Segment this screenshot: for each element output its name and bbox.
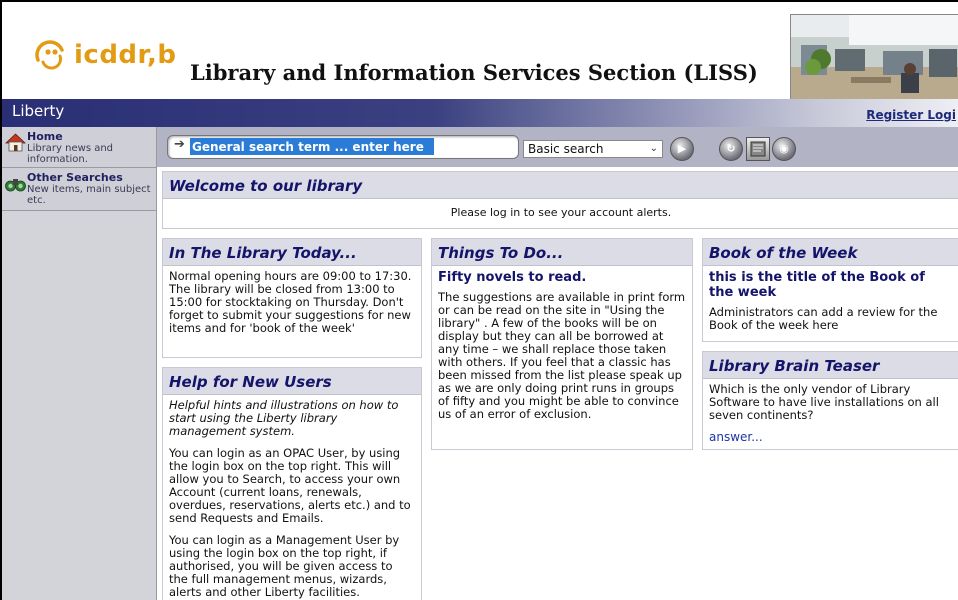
- panel-body: Which is the only vendor of Library Soft…: [703, 379, 958, 448]
- sidebar-item-other-searches[interactable]: Other Searches New items, main subject e…: [2, 168, 156, 211]
- search-mode-value: Basic search: [528, 142, 604, 156]
- globe-icon: ◉: [779, 142, 789, 155]
- book-title-link[interactable]: this is the title of the Book of the wee…: [709, 270, 952, 300]
- teaser-question: Which is the only vendor of Library Soft…: [709, 382, 939, 422]
- help-paragraph: You can login as an OPAC User, by using …: [169, 446, 411, 525]
- sidebar-item-desc: New items, main subject etc.: [27, 184, 151, 206]
- today-text: Normal opening hours are 09:00 to 17:30.…: [169, 269, 412, 335]
- sidebar-item-home[interactable]: Home Library news and information.: [2, 127, 156, 168]
- sidebar-item-label: Home: [27, 130, 63, 143]
- sidebar: Home Library news and information. Other…: [2, 127, 157, 600]
- panel-header: Help for New Users: [163, 368, 421, 395]
- page-title: Library and Information Services Section…: [190, 60, 758, 85]
- brain-teaser-panel: Library Brain Teaser Which is the only v…: [702, 351, 958, 450]
- search-go-button[interactable]: ▶: [670, 137, 694, 161]
- web-search-button[interactable]: ◉: [772, 137, 796, 161]
- home-icon: [4, 133, 27, 152]
- panel-header: In The Library Today...: [163, 239, 421, 266]
- icddrb-logo[interactable]: icddr,b: [34, 40, 177, 70]
- top-nav-bar: Liberty Register Logi: [2, 99, 958, 127]
- brand-label: Liberty: [12, 102, 65, 120]
- panel-body: Fifty novels to read. The suggestions ar…: [432, 266, 692, 434]
- book-of-week-panel: Book of the Week this is the title of th…: [702, 238, 958, 342]
- panel-body: Helpful hints and illustrations on how t…: [163, 395, 421, 600]
- todo-panel: Things To Do... Fifty novels to read. Th…: [431, 238, 693, 450]
- help-paragraph: You can login as a Management User by us…: [169, 533, 400, 599]
- site-header: icddr,b Library and Information Services…: [2, 2, 958, 102]
- answer-link[interactable]: answer...: [709, 430, 763, 444]
- arrow-right-icon: ➔: [174, 137, 185, 152]
- search-mode-select[interactable]: Basic search ⌄: [523, 140, 663, 158]
- panel-title: In The Library Today...: [169, 244, 357, 262]
- refresh-icon: ↻: [726, 142, 736, 155]
- sidebar-item-label: Other Searches: [27, 171, 123, 184]
- panel-title: Library Brain Teaser: [709, 357, 880, 375]
- panel-title: Welcome to our library: [169, 177, 363, 195]
- search-toolbar: ➔ Basic search ⌄ ▶ ↻ ◉: [157, 127, 958, 167]
- refresh-button[interactable]: ↻: [719, 137, 743, 161]
- play-icon: ▶: [677, 142, 687, 155]
- help-intro: Helpful hints and illustrations on how t…: [169, 398, 399, 438]
- today-panel: In The Library Today... Normal opening h…: [162, 238, 422, 358]
- sidebar-item-desc: Library news and information.: [27, 143, 114, 165]
- help-panel: Help for New Users Helpful hints and ill…: [162, 367, 422, 600]
- account-alert-message: Please log in to see your account alerts…: [450, 206, 672, 219]
- chevron-down-icon: ⌄: [649, 143, 658, 154]
- logo-text: icddr,b: [74, 40, 177, 70]
- panel-title: Things To Do...: [438, 244, 564, 262]
- book-review-text: Administrators can add a review for the …: [709, 305, 938, 332]
- catalogue-button[interactable]: [746, 137, 770, 161]
- panel-header: Book of the Week: [703, 239, 958, 266]
- book-icon: [750, 141, 766, 157]
- panel-body: this is the title of the Book of the wee…: [703, 266, 958, 341]
- library-photo: [790, 14, 958, 102]
- todo-subtitle: Fifty novels to read.: [438, 270, 587, 285]
- panel-title: Help for New Users: [169, 373, 332, 391]
- panel-header: Things To Do...: [432, 239, 692, 266]
- search-input[interactable]: [190, 138, 434, 155]
- panel-body: Normal opening hours are 09:00 to 17:30.…: [163, 266, 421, 348]
- welcome-panel: Welcome to our library Please log in to …: [162, 171, 958, 229]
- search-box: ➔: [167, 135, 519, 159]
- binoculars-icon: [5, 174, 26, 193]
- panel-header: Welcome to our library: [163, 172, 958, 199]
- logo-mark-icon: [34, 40, 68, 70]
- panel-title: Book of the Week: [709, 244, 858, 262]
- panel-header: Library Brain Teaser: [703, 352, 958, 379]
- register-login-link[interactable]: Register Logi: [866, 108, 956, 122]
- todo-text: The suggestions are available in print f…: [438, 290, 686, 421]
